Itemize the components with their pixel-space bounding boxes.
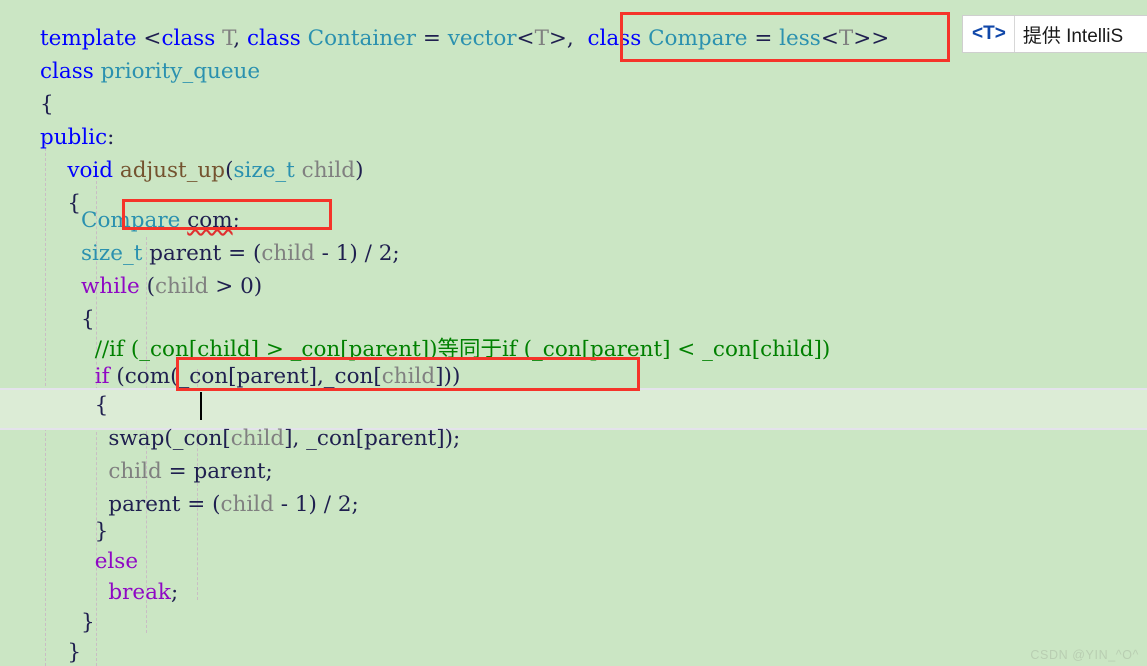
code-line[interactable]: void adjust_up(size_t child) (40, 154, 363, 187)
csdn-watermark: CSDN @YIN_^O^ (1030, 648, 1139, 662)
code-editor[interactable]: template <class T, class Container = vec… (0, 0, 1147, 666)
code-line[interactable]: { (40, 303, 95, 336)
intellisense-tooltip: <T> 提供 IntelliS (962, 15, 1147, 53)
code-line[interactable]: } (40, 515, 109, 548)
code-line[interactable]: public: (40, 121, 114, 154)
code-line[interactable]: { (40, 88, 54, 121)
code-line[interactable]: while (child > 0) (40, 270, 262, 303)
code-line[interactable]: Compare com; (40, 204, 240, 237)
code-line[interactable]: } (40, 636, 81, 666)
code-line[interactable]: size_t parent = (child - 1) / 2; (40, 237, 400, 270)
code-line[interactable]: else (40, 545, 138, 578)
tooltip-template-param: <T> (972, 23, 1006, 44)
tooltip-description: 提供 IntelliS (1022, 25, 1124, 47)
text-caret (200, 392, 202, 420)
code-line[interactable]: break; (40, 576, 178, 609)
code-line[interactable]: template <class T, class Container = vec… (40, 22, 889, 55)
code-line[interactable]: swap(_con[child], _con[parent]); (40, 422, 460, 455)
code-line[interactable]: child = parent; (40, 455, 272, 488)
code-line[interactable]: { (40, 389, 109, 422)
code-line[interactable]: } (40, 606, 95, 639)
code-line[interactable]: class priority_queue (40, 55, 260, 88)
